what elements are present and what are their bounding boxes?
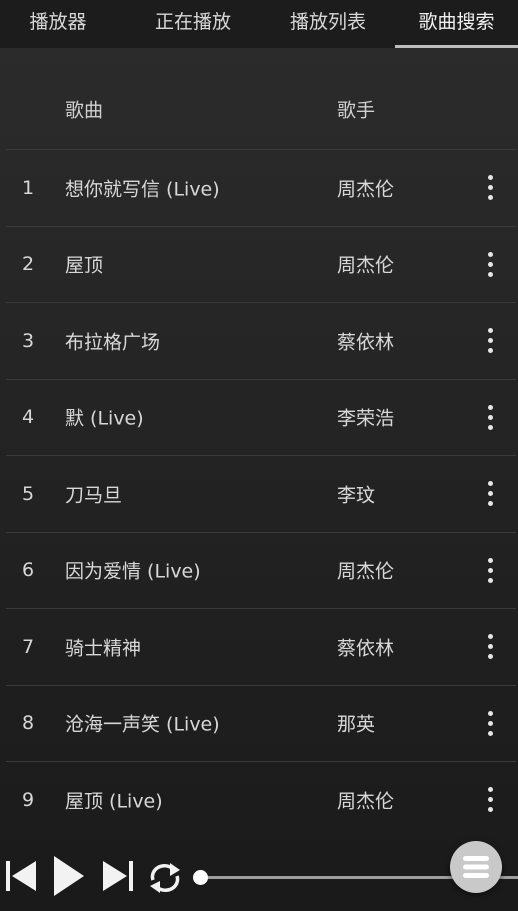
artist-name: 蔡依林 (337, 331, 395, 354)
song-title: 屋顶 (Live) (65, 790, 163, 813)
row-number: 7 (22, 635, 35, 658)
artist-name: 李玟 (337, 484, 376, 507)
song-title: 骑士精神 (65, 637, 142, 660)
table-row[interactable]: 4 默 (Live) 李荣浩 (6, 378, 516, 456)
artist-name: 李荣浩 (337, 407, 395, 430)
more-options-icon[interactable] (480, 479, 500, 509)
artist-name: 周杰伦 (337, 254, 395, 277)
more-options-icon[interactable] (480, 402, 500, 432)
header-artist: 歌手 (337, 99, 376, 121)
more-options-icon[interactable] (480, 632, 500, 662)
play-icon[interactable] (53, 855, 85, 897)
artist-name: 蔡依林 (337, 637, 395, 660)
more-options-icon[interactable] (480, 249, 500, 279)
table-row[interactable]: 7 骑士精神 蔡依林 (6, 608, 516, 685)
row-number: 2 (22, 253, 35, 276)
row-number: 1 (22, 176, 35, 199)
song-title: 想你就写信 (Live) (65, 178, 220, 201)
menu-icon (463, 856, 489, 878)
more-options-icon[interactable] (480, 326, 500, 356)
tab-now-playing[interactable]: 正在播放 (143, 0, 243, 48)
song-title: 布拉格广场 (65, 331, 161, 354)
row-number: 8 (22, 712, 35, 735)
row-number: 6 (22, 559, 35, 582)
more-options-icon[interactable] (480, 173, 500, 203)
artist-name: 周杰伦 (337, 178, 395, 201)
row-number: 9 (22, 788, 35, 811)
song-title: 因为爱情 (Live) (65, 560, 201, 583)
artist-name: 周杰伦 (337, 560, 395, 583)
more-options-icon[interactable] (480, 708, 500, 738)
table-row[interactable]: 5 刀马旦 李玟 (6, 455, 516, 532)
more-options-icon[interactable] (480, 785, 500, 815)
table-row[interactable]: 1 想你就写信 (Live) 周杰伦 (6, 149, 516, 226)
tab-player[interactable]: 播放器 (10, 0, 106, 48)
repeat-icon[interactable] (147, 861, 183, 895)
row-number: 5 (22, 482, 35, 505)
tab-bar: 播放器 正在播放 播放列表 歌曲搜索 (0, 0, 518, 48)
song-table: 歌曲 歌手 1 想你就写信 (Live) 周杰伦 2 屋顶 周杰伦 3 布拉格广… (6, 68, 516, 838)
menu-button[interactable] (450, 841, 502, 893)
song-title: 默 (Live) (65, 407, 144, 430)
song-title: 刀马旦 (65, 484, 123, 507)
next-icon[interactable] (102, 859, 134, 893)
row-number: 3 (22, 329, 35, 352)
artist-name: 那英 (337, 713, 376, 736)
tab-playlist[interactable]: 播放列表 (278, 0, 378, 48)
table-row[interactable]: 8 沧海一声笑 (Live) 那英 (6, 684, 516, 762)
progress-thumb[interactable] (193, 870, 208, 885)
artist-name: 周杰伦 (337, 790, 395, 813)
song-title: 屋顶 (65, 254, 104, 277)
table-row[interactable]: 6 因为爱情 (Live) 周杰伦 (6, 531, 516, 609)
row-number: 4 (22, 406, 35, 429)
song-title: 沧海一声笑 (Live) (65, 713, 220, 736)
tab-song-search[interactable]: 歌曲搜索 (395, 0, 518, 48)
previous-icon[interactable] (5, 859, 37, 893)
more-options-icon[interactable] (480, 555, 500, 585)
table-row[interactable]: 2 屋顶 周杰伦 (6, 225, 516, 303)
header-song: 歌曲 (65, 99, 104, 121)
table-row[interactable]: 9 屋顶 (Live) 周杰伦 (6, 761, 516, 838)
table-header: 歌曲 歌手 (6, 68, 516, 149)
table-row[interactable]: 3 布拉格广场 蔡依林 (6, 302, 516, 379)
